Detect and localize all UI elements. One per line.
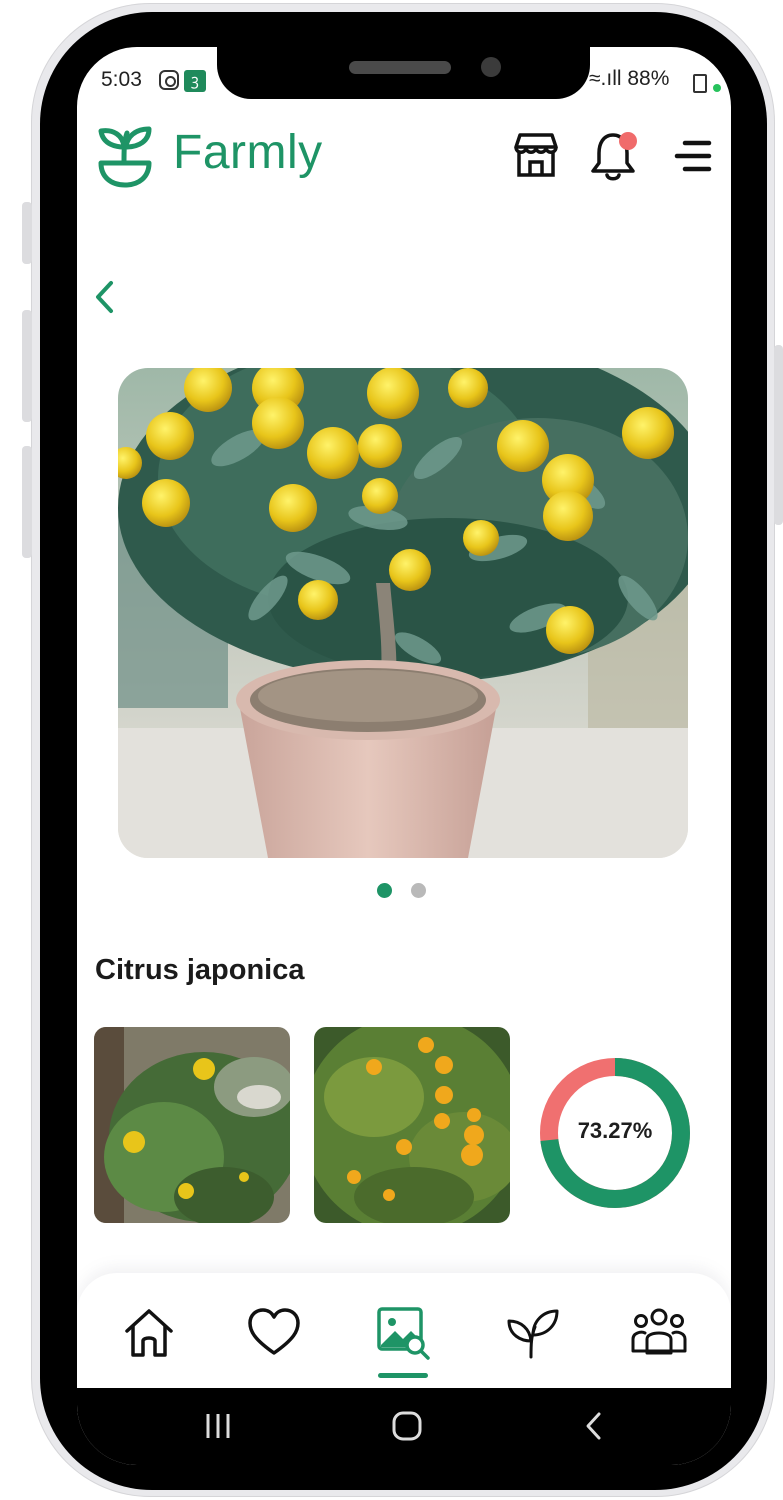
farmly-notification-icon: ꝫ	[184, 70, 206, 92]
plant-photo-main[interactable]	[118, 368, 688, 858]
speaker	[349, 61, 451, 74]
heart-icon[interactable]	[244, 1303, 304, 1363]
sprout-logo-icon	[98, 126, 152, 188]
plant-name: Citrus japonica	[95, 954, 305, 986]
active-tab-indicator	[378, 1373, 428, 1378]
home-button-icon[interactable]	[390, 1406, 424, 1446]
store-icon[interactable]	[511, 131, 561, 181]
carousel-dot-active[interactable]	[377, 883, 392, 898]
similar-photo-2[interactable]	[314, 1027, 510, 1223]
menu-icon[interactable]	[671, 139, 713, 173]
volume-up-button	[22, 310, 32, 422]
recent-apps-icon[interactable]	[203, 1406, 233, 1446]
community-icon[interactable]	[629, 1303, 689, 1363]
battery-icon	[693, 74, 707, 93]
volume-down-button	[22, 446, 32, 558]
bottom-navigation	[77, 1273, 731, 1393]
carousel-dot[interactable]	[411, 883, 426, 898]
back-chevron-icon[interactable]	[91, 277, 121, 317]
side-button	[22, 202, 32, 264]
privacy-indicator-dot	[713, 84, 721, 92]
front-camera	[481, 57, 501, 77]
home-icon[interactable]	[119, 1303, 179, 1363]
system-navigation-bar	[77, 1388, 731, 1465]
instagram-icon	[159, 70, 179, 90]
notch	[217, 47, 590, 99]
image-search-icon[interactable]	[373, 1303, 433, 1363]
app-screen: 5:03 ꝫ ≈.ıll 88% Farmly Citrus japonica …	[77, 47, 731, 1465]
similar-photo-1[interactable]	[94, 1027, 290, 1223]
bell-icon[interactable]	[589, 129, 641, 183]
system-back-icon[interactable]	[582, 1406, 606, 1446]
power-button	[774, 345, 783, 525]
plant-icon[interactable]	[503, 1303, 563, 1363]
status-time: 5:03	[101, 68, 142, 91]
confidence-percent: 73.27%	[577, 1118, 653, 1143]
brand-name: Farmly	[173, 126, 323, 179]
signal-battery: ≈.ıll 88%	[589, 67, 670, 90]
